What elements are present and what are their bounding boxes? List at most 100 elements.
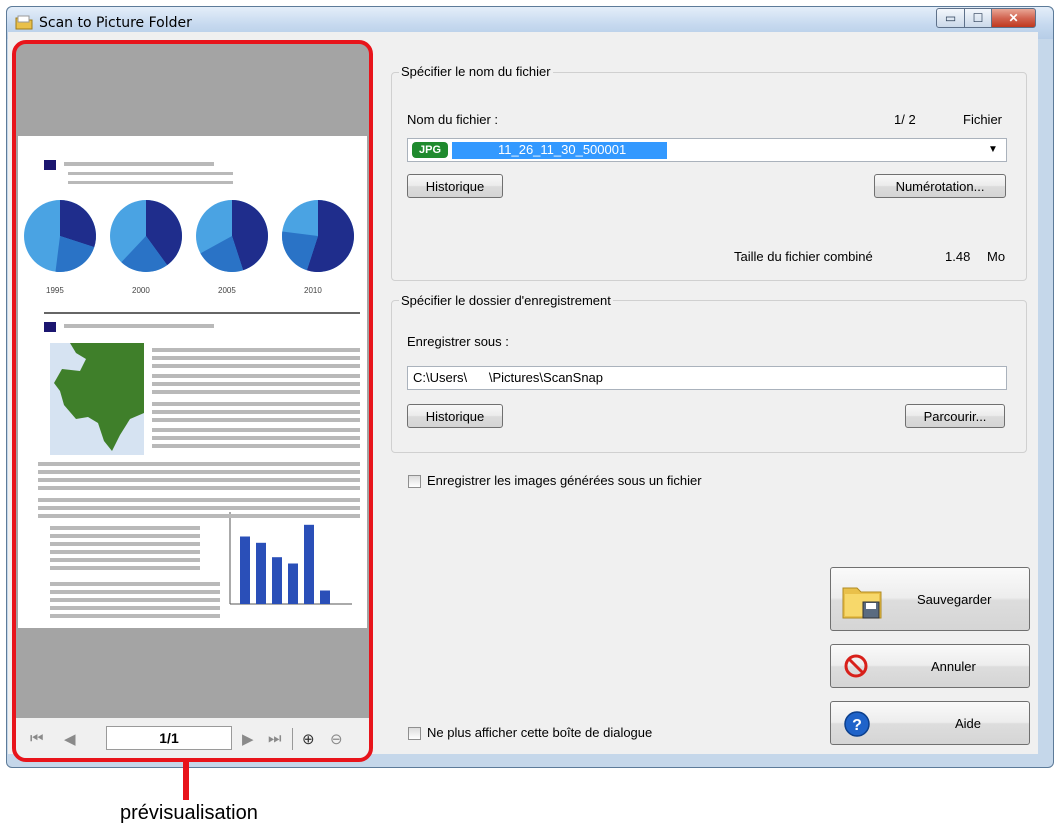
save-as-label: Enregistrer sous : (407, 334, 509, 349)
folder-icon (15, 15, 33, 30)
thumbnail-text-line (152, 436, 360, 440)
thumbnail-text-line (152, 348, 360, 352)
single-file-label: Enregistrer les images générées sous un … (427, 473, 702, 488)
save-path-field[interactable]: C:\Users\ \Pictures\ScanSnap (407, 366, 1007, 390)
year-label: 1995 (46, 286, 64, 295)
thumbnail-text-line (38, 514, 360, 518)
numbering-button[interactable]: Numérotation... (874, 174, 1006, 198)
thumbnail-pie (24, 200, 96, 272)
thumbnail-pie-charts (24, 200, 354, 272)
filename-combo[interactable]: JPG 11_26_11_30_500001 ▼ (407, 138, 1007, 162)
thumbnail-pie (110, 200, 182, 272)
preview-panel: 1995 2000 2005 2010 ⏮ ◀ 1/1 ▶ ⏭ ⊕ ⊖ (12, 40, 373, 762)
filename-value: 11_26_11_30_500001 (498, 142, 627, 157)
thumbnail-bar (304, 524, 314, 604)
minimize-icon: ▭ (944, 11, 957, 25)
thumbnail-text-line (152, 374, 360, 378)
window-title: Scan to Picture Folder (39, 15, 192, 31)
thumbnail-world-map (50, 343, 144, 455)
help-button[interactable]: ? Aide (830, 701, 1030, 745)
thumbnail-divider (44, 312, 360, 314)
thumbnail-text-line (50, 526, 200, 530)
jpg-badge-icon: JPG (412, 142, 448, 158)
chevron-down-icon[interactable]: ▼ (988, 139, 998, 161)
cancel-icon (844, 654, 868, 678)
zoom-out-icon[interactable]: ⊖ (330, 730, 343, 748)
thumbnail-text-line (38, 478, 360, 482)
file-counter: 1/ 2 (894, 112, 916, 127)
save-button[interactable]: Sauvegarder (830, 567, 1030, 631)
next-page-icon[interactable]: ▶ (242, 730, 254, 748)
thumbnail-text-line (50, 582, 220, 586)
thumbnail-text-line (152, 410, 360, 414)
cancel-label: Annuler (931, 659, 976, 674)
thumbnail-text-line (152, 402, 360, 406)
minimize-button[interactable]: ▭ (936, 8, 965, 28)
thumbnail-bar (240, 536, 250, 604)
thumbnail-text-line (152, 364, 360, 368)
thumbnail-text-line (152, 382, 360, 386)
year-label: 2005 (218, 286, 236, 295)
thumbnail-text-line (50, 566, 200, 570)
maximize-icon: ☐ (972, 11, 984, 25)
folder-history-button[interactable]: Historique (407, 404, 503, 428)
preview-navigation-bar: ⏮ ◀ 1/1 ▶ ⏭ ⊕ ⊖ (16, 718, 369, 758)
browse-button[interactable]: Parcourir... (905, 404, 1005, 428)
thumbnail-text-line (152, 390, 360, 394)
filename-group-legend: Spécifier le nom du fichier (399, 64, 553, 79)
thumbnail-text-line (152, 428, 360, 432)
svg-text:?: ? (852, 717, 862, 734)
dont-show-label: Ne plus afficher cette boîte de dialogue (427, 725, 653, 740)
close-icon: ✕ (1008, 11, 1019, 25)
thumbnail-pie (196, 200, 269, 272)
thumbnail-text-line (50, 598, 220, 602)
filename-label: Nom du fichier : (407, 112, 499, 127)
thumbnail-text-line (152, 444, 360, 448)
toolbar-separator (292, 728, 293, 750)
callout-pointer (183, 762, 189, 800)
thumbnail-text-line (38, 470, 360, 474)
thumbnail-text-line (50, 558, 200, 562)
year-label: 2010 (304, 286, 322, 295)
cancel-button[interactable]: Annuler (830, 644, 1030, 688)
help-label: Aide (955, 716, 982, 731)
thumbnail-text-line (38, 486, 360, 490)
year-label: 2000 (132, 286, 150, 295)
thumbnail-bar (320, 590, 330, 604)
thumbnail-text-line (50, 542, 200, 546)
thumbnail-bar (272, 557, 282, 604)
thumbnail-text-line (38, 462, 360, 466)
preview-callout-label: prévisualisation (120, 802, 258, 824)
thumbnail-bar-chart (229, 512, 352, 605)
single-file-checkbox[interactable] (408, 475, 421, 488)
thumbnail-text-line (50, 534, 200, 538)
filename-history-button[interactable]: Historique (407, 174, 503, 198)
thumbnail-text-line (50, 606, 220, 610)
page-number-field[interactable]: 1/1 (106, 726, 232, 750)
thumbnail-text-line (38, 498, 360, 502)
help-icon: ? (844, 711, 870, 737)
maximize-button[interactable]: ☐ (964, 8, 992, 28)
first-page-icon[interactable]: ⏮ (30, 730, 44, 747)
thumbnail-text-line (50, 550, 200, 554)
dont-show-checkbox[interactable] (408, 727, 421, 740)
thumbnail-bar (288, 563, 298, 604)
save-folder-icon (842, 587, 882, 619)
close-button[interactable]: ✕ (991, 8, 1036, 28)
combined-size-unit: Mo (987, 249, 1006, 264)
zoom-in-icon[interactable]: ⊕ (302, 730, 315, 748)
preview-page-thumbnail: 1995 2000 2005 2010 (18, 136, 367, 628)
previous-page-icon[interactable]: ◀ (64, 730, 76, 748)
file-counter-unit: Fichier (963, 112, 1003, 127)
thumbnail-text-line (50, 614, 220, 618)
thumbnail-text-line (38, 506, 360, 510)
thumbnail-pie (282, 200, 354, 272)
last-page-icon[interactable]: ⏭ (268, 730, 282, 747)
thumbnail-text-line (50, 590, 220, 594)
folder-group-legend: Spécifier le dossier d'enregistrement (399, 293, 613, 308)
combined-size-value: 1.48 (945, 249, 971, 264)
thumbnail-text-line (152, 356, 360, 360)
save-label: Sauvegarder (917, 592, 992, 607)
thumbnail-text-line (152, 418, 360, 422)
combined-size-label: Taille du fichier combiné (734, 249, 873, 264)
